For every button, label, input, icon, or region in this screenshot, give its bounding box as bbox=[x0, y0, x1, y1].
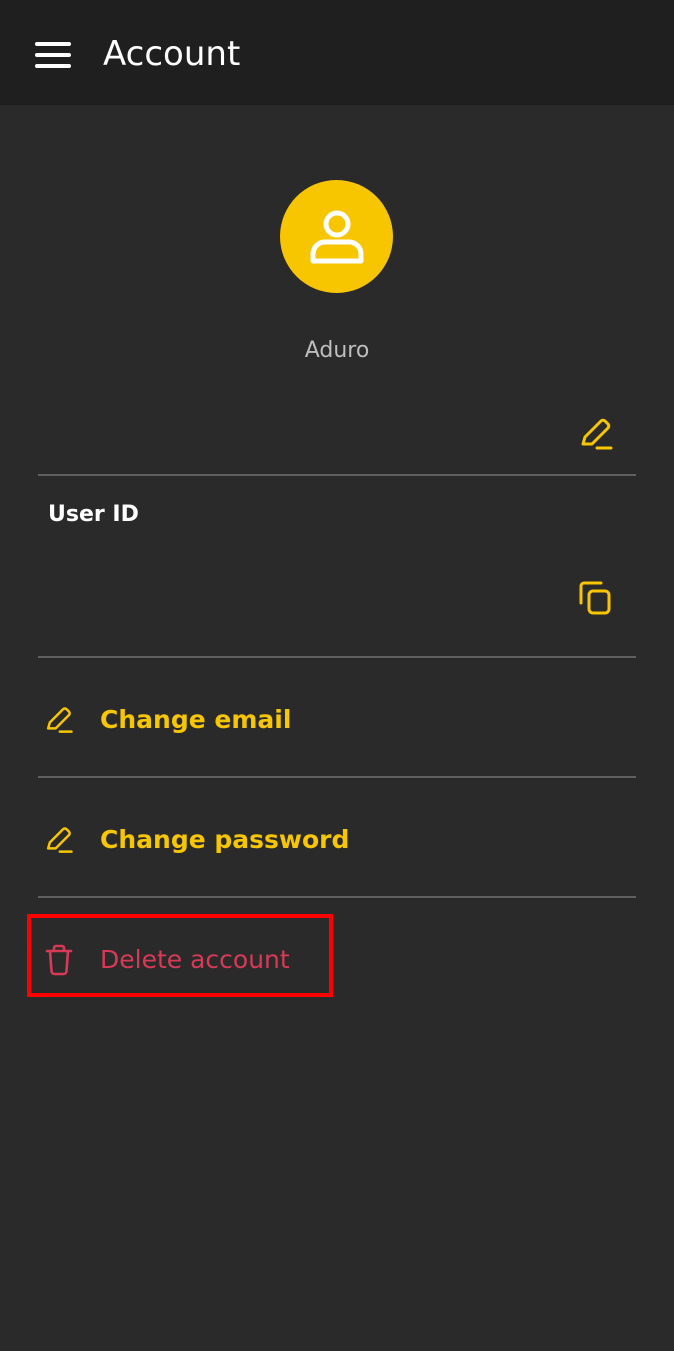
delete-account-button[interactable]: Delete account bbox=[38, 930, 636, 990]
menu-icon bbox=[34, 42, 71, 68]
divider bbox=[38, 474, 636, 476]
pencil-icon bbox=[44, 705, 92, 735]
pencil-icon bbox=[581, 418, 613, 450]
delete-account-label: Delete account bbox=[100, 945, 290, 974]
user-id-label: User ID bbox=[48, 502, 139, 527]
copy-user-id-button[interactable] bbox=[570, 575, 620, 623]
avatar bbox=[280, 180, 393, 293]
change-password-button[interactable]: Change password bbox=[38, 810, 636, 870]
divider bbox=[38, 656, 636, 658]
divider bbox=[38, 776, 636, 778]
trash-icon bbox=[44, 944, 92, 976]
divider bbox=[38, 896, 636, 898]
change-email-label: Change email bbox=[100, 705, 292, 734]
menu-button[interactable] bbox=[25, 30, 80, 80]
page-title: Account bbox=[103, 34, 241, 74]
change-password-label: Change password bbox=[100, 825, 350, 854]
change-email-button[interactable]: Change email bbox=[38, 690, 636, 750]
copy-icon bbox=[579, 581, 611, 615]
edit-name-button[interactable] bbox=[572, 412, 620, 456]
username: Aduro bbox=[304, 338, 370, 363]
app-bar: Account bbox=[0, 0, 674, 105]
pencil-icon bbox=[44, 825, 92, 855]
user-icon bbox=[310, 210, 363, 263]
